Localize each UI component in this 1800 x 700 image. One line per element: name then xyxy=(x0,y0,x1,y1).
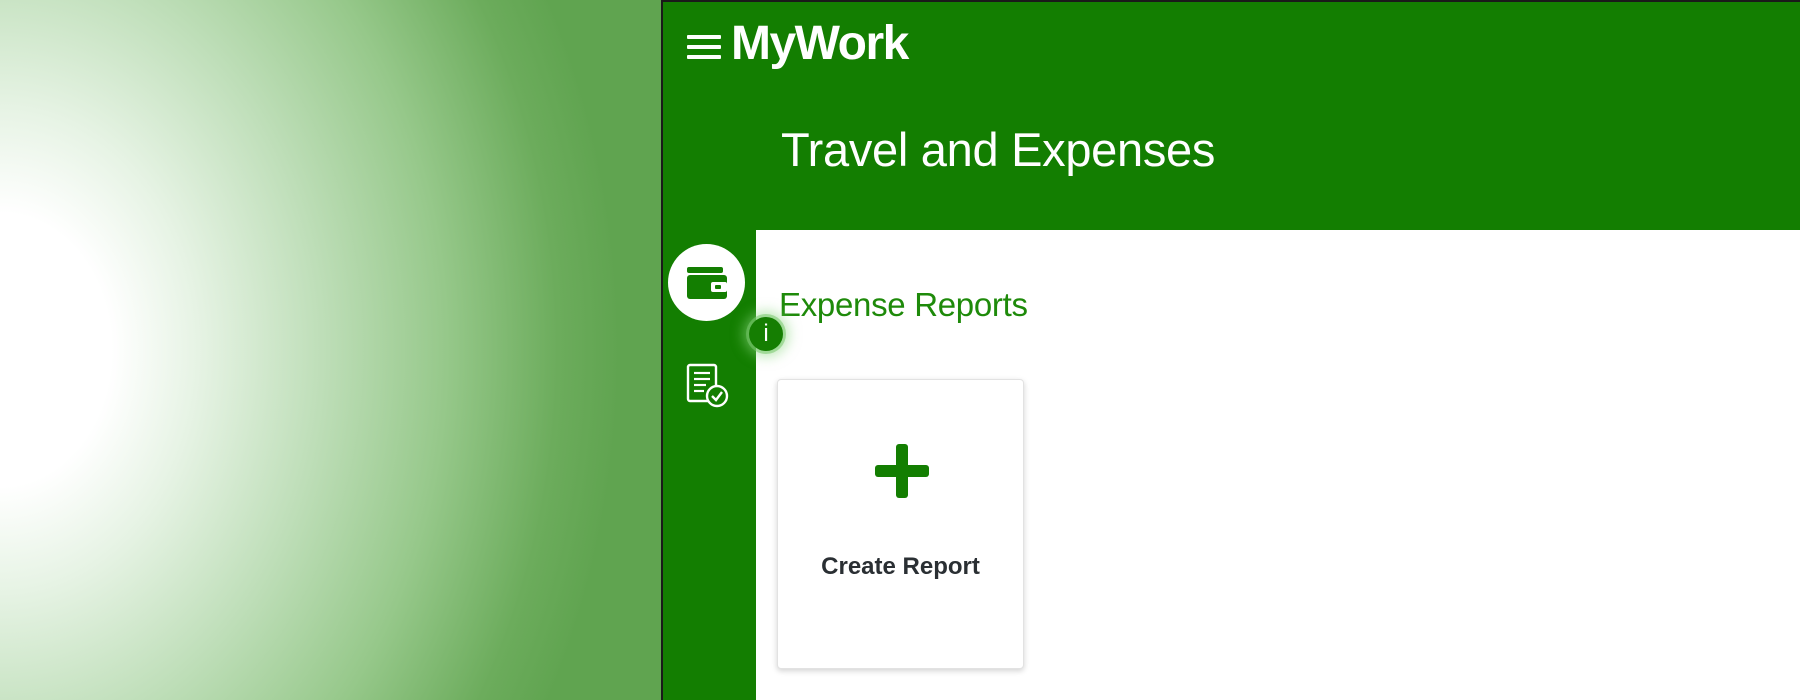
document-check-icon xyxy=(686,363,729,408)
page-title: Travel and Expenses xyxy=(781,123,1216,176)
top-bar: MyWork xyxy=(663,2,1800,92)
app-window: MyWork Travel and Expenses i Expense Rep… xyxy=(661,0,1800,700)
screenshot-stage: MyWork Travel and Expenses i Expense Rep… xyxy=(0,0,1800,700)
app-title: MyWork xyxy=(731,17,909,70)
content-panel: Expense Reports Create Report xyxy=(756,230,1800,700)
create-report-label: Create Report xyxy=(821,553,980,580)
hamburger-menu-icon[interactable] xyxy=(687,32,723,62)
section-title: Expense Reports xyxy=(779,286,1028,323)
plus-icon xyxy=(875,444,929,498)
sidebar-item-approvals[interactable] xyxy=(685,362,731,410)
info-badge[interactable]: i xyxy=(749,317,783,351)
decorative-gradient-panel xyxy=(0,0,661,700)
create-report-card[interactable]: Create Report xyxy=(777,379,1024,669)
wallet-icon xyxy=(687,267,727,299)
sidebar-item-expenses[interactable] xyxy=(668,244,745,321)
